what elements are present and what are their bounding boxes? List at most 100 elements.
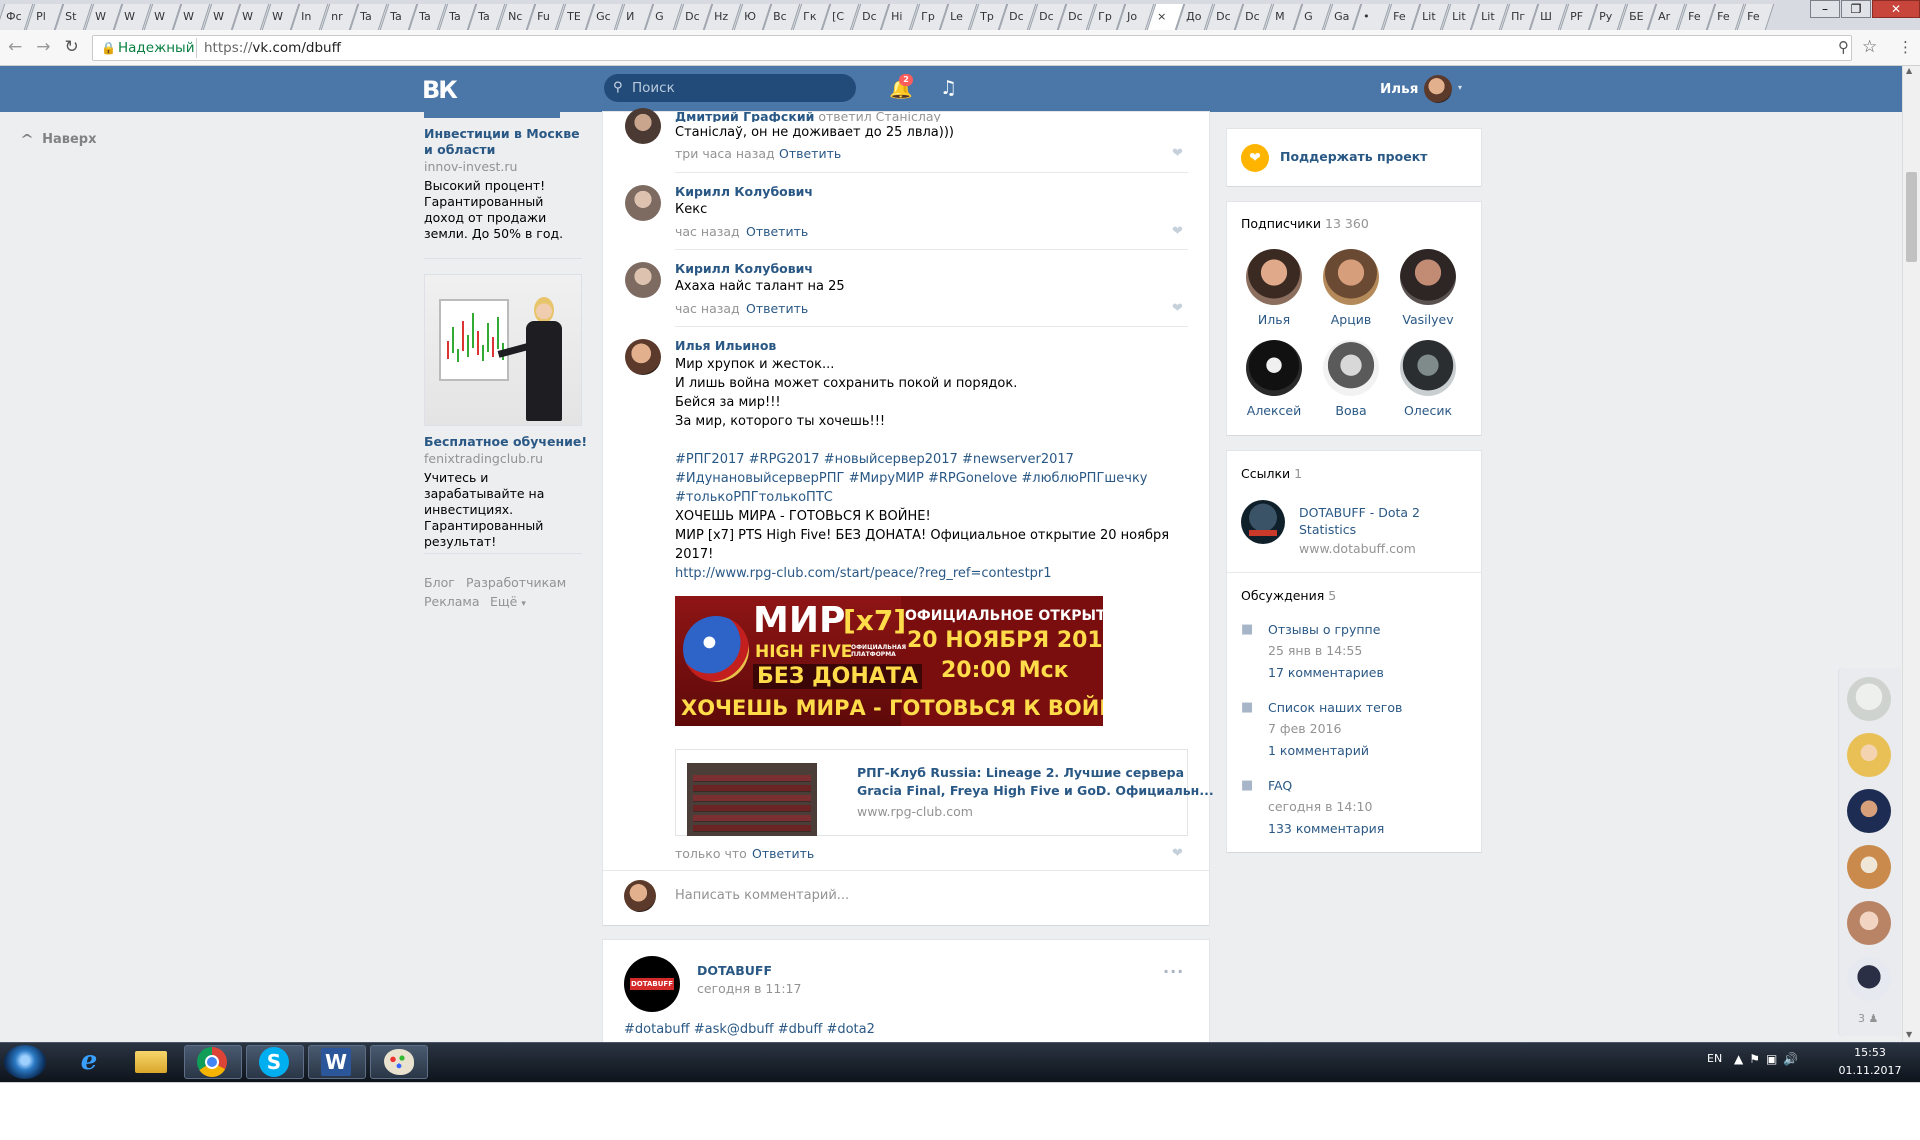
hashtag-line[interactable]: #толькоРПГтолькоПТС bbox=[675, 488, 1185, 507]
clock-time[interactable]: 15:53 bbox=[1842, 1046, 1898, 1059]
reply-to-label[interactable]: ответил Станіслау bbox=[818, 112, 941, 122]
vk-logo[interactable]: ВК bbox=[422, 76, 460, 104]
footer-more-link[interactable]: Ещё ▾ bbox=[490, 594, 526, 609]
more-icon[interactable]: ··· bbox=[1163, 962, 1184, 981]
support-project-link[interactable]: Поддержать проект bbox=[1280, 149, 1427, 164]
scroll-down-icon[interactable]: ▼ bbox=[1906, 1030, 1912, 1039]
heart-icon[interactable]: ❤ bbox=[1172, 224, 1183, 239]
restore-button[interactable]: ❐ bbox=[1841, 0, 1871, 18]
scroll-up-icon[interactable]: ▲ bbox=[1906, 66, 1912, 75]
comment-avatar[interactable] bbox=[625, 185, 661, 221]
volume-icon[interactable]: 🔊 bbox=[1783, 1052, 1804, 1066]
music-icon[interactable]: ♫ bbox=[940, 77, 957, 99]
url-input[interactable] bbox=[92, 35, 1852, 61]
member-name[interactable]: Алексей bbox=[1234, 403, 1314, 418]
tray-expand-icon[interactable]: ▲ bbox=[1734, 1052, 1749, 1066]
friend-avatar[interactable] bbox=[1847, 733, 1891, 777]
heart-icon[interactable]: ❤ bbox=[1172, 301, 1183, 316]
close-window-button[interactable]: ✕ bbox=[1872, 0, 1920, 18]
comment-time[interactable]: три часа назад bbox=[675, 146, 775, 161]
topic-comment-count[interactable]: 1 комментарий bbox=[1268, 743, 1369, 758]
discussions-header[interactable]: Обсуждения 5 bbox=[1241, 588, 1336, 603]
comment-input[interactable]: Написать комментарий... bbox=[675, 888, 849, 903]
friend-avatar[interactable] bbox=[1847, 901, 1891, 945]
post-time[interactable]: сегодня в 11:17 bbox=[697, 981, 801, 996]
start-button[interactable] bbox=[4, 1045, 46, 1079]
heart-icon[interactable]: ❤ bbox=[1172, 846, 1183, 861]
topic-comment-count[interactable]: 133 комментария bbox=[1268, 821, 1384, 836]
member-name[interactable]: Vasilyev bbox=[1388, 312, 1468, 327]
search-input[interactable] bbox=[632, 79, 842, 97]
member-avatar[interactable] bbox=[1323, 340, 1379, 396]
back-icon[interactable]: ← bbox=[8, 37, 22, 57]
ad-image[interactable] bbox=[424, 274, 582, 426]
online-count[interactable]: 3 ♟ bbox=[1858, 1012, 1878, 1025]
reply-button[interactable]: Ответить bbox=[752, 846, 814, 861]
language-indicator[interactable]: EN bbox=[1707, 1052, 1722, 1065]
reply-button[interactable]: Ответить bbox=[746, 301, 808, 316]
link-thumbnail[interactable] bbox=[687, 763, 817, 836]
hashtag-line[interactable]: #ИдунановыйсерверРПГ #МируМИР #RPGonelov… bbox=[675, 469, 1185, 488]
footer-blog-link[interactable]: Блог bbox=[424, 575, 455, 590]
forward-icon[interactable]: → bbox=[36, 37, 50, 57]
browser-menu-icon[interactable]: ⋮ bbox=[1898, 38, 1913, 56]
members-header[interactable]: Подписчики 13 360 bbox=[1241, 216, 1369, 231]
comment-avatar[interactable] bbox=[625, 108, 661, 144]
link-name[interactable]: DOTABUFF - Dota 2 Statistics bbox=[1299, 504, 1420, 538]
header-user-name[interactable]: Илья bbox=[1380, 81, 1418, 97]
link-avatar[interactable] bbox=[1241, 500, 1285, 544]
member-avatar[interactable] bbox=[1246, 249, 1302, 305]
zoom-icon[interactable]: ⚲ bbox=[1838, 38, 1849, 56]
member-name[interactable]: Илья bbox=[1234, 312, 1314, 327]
heart-icon[interactable]: ❤ bbox=[1172, 146, 1183, 161]
flag-icon[interactable]: ⚑ bbox=[1749, 1052, 1766, 1066]
topic-title[interactable]: Список наших тегов bbox=[1268, 700, 1402, 715]
post-hashtags[interactable]: #dotabuff #ask@dbuff #dbuff #dota2 bbox=[624, 1022, 875, 1038]
comment-author[interactable]: Илья Ильинов bbox=[675, 338, 776, 353]
tray-icons[interactable]: ▲⚑▣🔊 bbox=[1734, 1052, 1804, 1066]
security-label[interactable]: Надежный bbox=[118, 40, 195, 56]
footer-developers-link[interactable]: Разработчикам bbox=[466, 575, 566, 590]
member-avatar[interactable] bbox=[1246, 340, 1302, 396]
friend-avatar[interactable] bbox=[1847, 789, 1891, 833]
back-to-top-link[interactable]: ^ Наверх bbox=[20, 132, 96, 147]
friend-avatar[interactable] bbox=[1847, 957, 1891, 1001]
comment-time[interactable]: час назад bbox=[675, 301, 740, 316]
topic-title[interactable]: Отзывы о группе bbox=[1268, 622, 1380, 637]
member-avatar[interactable] bbox=[1400, 249, 1456, 305]
footer-ads-link[interactable]: Реклама bbox=[424, 594, 480, 609]
ad-domain[interactable]: fenixtradingclub.ru bbox=[424, 451, 543, 466]
link-domain[interactable]: www.rpg-club.com bbox=[857, 804, 973, 819]
ad-title[interactable]: Бесплатное обучение! bbox=[424, 434, 587, 450]
links-header[interactable]: Ссылки 1 bbox=[1241, 466, 1302, 481]
member-name[interactable]: Вова bbox=[1311, 403, 1391, 418]
link-domain[interactable]: www.dotabuff.com bbox=[1299, 541, 1416, 556]
ad-text[interactable]: Высокий процент! Гарантированный доход о… bbox=[424, 178, 584, 242]
clock-date[interactable]: 01.11.2017 bbox=[1838, 1064, 1902, 1077]
member-name[interactable]: Олесик bbox=[1388, 403, 1468, 418]
hashtag-line[interactable]: #РПГ2017 #RPG2017 #новыйсервер2017 #news… bbox=[675, 450, 1185, 469]
member-avatar[interactable] bbox=[1323, 249, 1379, 305]
link-title[interactable]: РПГ-Клуб Russia: Lineage 2. Лучшие серве… bbox=[857, 764, 1214, 800]
network-icon[interactable]: ▣ bbox=[1766, 1052, 1783, 1066]
promo-banner[interactable]: МИР [x7] HIGH FIVE ОФИЦИАЛЬНАЯ ПЛАТФОРМА… bbox=[675, 596, 1103, 726]
comment-avatar[interactable] bbox=[625, 262, 661, 298]
post-author[interactable]: DOTABUFF bbox=[697, 963, 772, 978]
bookmark-star-icon[interactable]: ☆ bbox=[1862, 37, 1877, 57]
member-name[interactable]: Арцив bbox=[1311, 312, 1391, 327]
ad-image-strip[interactable] bbox=[424, 112, 560, 118]
post-avatar[interactable]: DOTABUFF bbox=[624, 956, 680, 1012]
topic-comment-count[interactable]: 17 комментариев bbox=[1268, 665, 1384, 680]
ad-domain[interactable]: innov-invest.ru bbox=[424, 159, 517, 174]
scrollbar-thumb[interactable] bbox=[1906, 172, 1917, 262]
member-avatar[interactable] bbox=[1400, 340, 1456, 396]
ad-title[interactable]: Инвестиции в Москве и области bbox=[424, 126, 582, 158]
ad-text[interactable]: Учитесь и зарабатывайте на инвестициях. … bbox=[424, 470, 584, 550]
reload-icon[interactable]: ↻ bbox=[65, 37, 79, 57]
chevron-down-icon[interactable]: ▾ bbox=[1458, 83, 1462, 92]
comment-link[interactable]: http://www.rpg-club.com/start/peace/?reg… bbox=[675, 564, 1185, 583]
topic-title[interactable]: FAQ bbox=[1268, 778, 1292, 793]
comment-time[interactable]: только что bbox=[675, 846, 747, 861]
reply-button[interactable]: Ответить bbox=[779, 146, 841, 161]
comment-author[interactable]: Кирилл Колубович bbox=[675, 261, 813, 276]
